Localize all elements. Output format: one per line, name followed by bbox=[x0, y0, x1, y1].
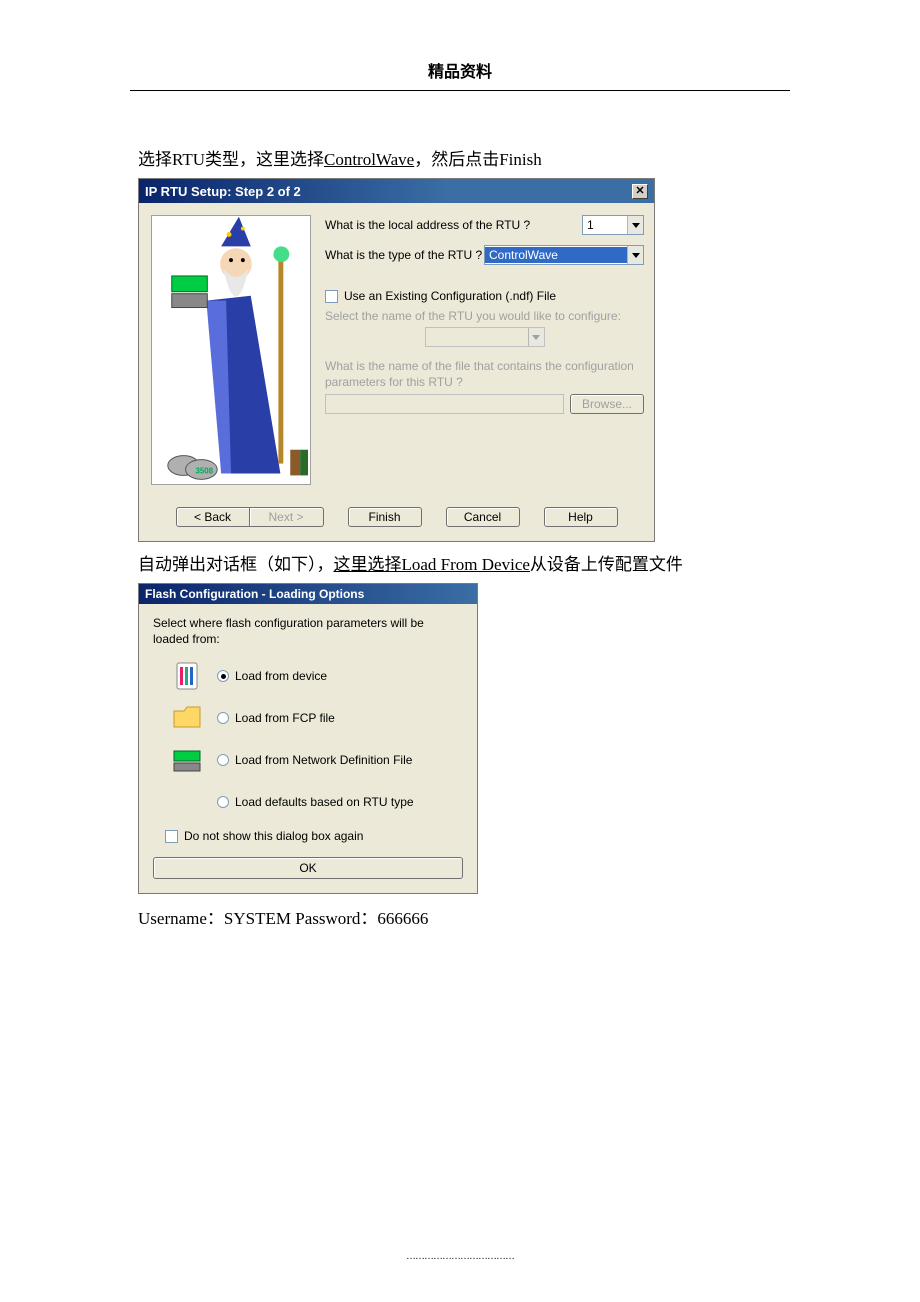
back-button[interactable]: < Back bbox=[176, 507, 250, 527]
page-header: 精品资料 bbox=[130, 0, 790, 91]
load-defaults-label: Load defaults based on RTU type bbox=[235, 795, 414, 809]
load-from-ndf-label: Load from Network Definition File bbox=[235, 753, 412, 767]
load-from-device-radio[interactable] bbox=[217, 670, 229, 682]
use-existing-label: Use an Existing Configuration (.ndf) Fil… bbox=[344, 289, 556, 303]
ip-rtu-setup-dialog: IP RTU Setup: Step 2 of 2 ✕ bbox=[138, 178, 655, 542]
dialog2-title: Flash Configuration - Loading Options bbox=[139, 584, 477, 604]
use-existing-checkbox[interactable] bbox=[325, 290, 338, 303]
load-from-device-label: Load from device bbox=[235, 669, 327, 683]
instruction-1-prefix: 选择RTU类型，这里选择 bbox=[138, 150, 324, 169]
config-file-input bbox=[325, 394, 564, 414]
dont-show-label: Do not show this dialog box again bbox=[184, 829, 363, 843]
local-address-value: 1 bbox=[583, 217, 627, 233]
dialog2-prompt: Select where flash configuration paramet… bbox=[153, 616, 463, 647]
close-icon[interactable]: ✕ bbox=[632, 184, 648, 199]
svg-text:3508: 3508 bbox=[195, 466, 213, 475]
instruction-1-suffix: ，然后点击Finish bbox=[414, 150, 542, 169]
local-address-combo[interactable]: 1 bbox=[582, 215, 644, 235]
dont-show-checkbox[interactable] bbox=[165, 830, 178, 843]
cancel-button[interactable]: Cancel bbox=[446, 507, 520, 527]
instruction-2-prefix: 自动弹出对话框（如下）， bbox=[138, 555, 334, 574]
load-from-fcp-label: Load from FCP file bbox=[235, 711, 335, 725]
blank-icon bbox=[171, 787, 203, 817]
help-button[interactable]: Help bbox=[544, 507, 618, 527]
rtu-type-value: ControlWave bbox=[485, 247, 627, 263]
credentials-line: Username：SYSTEM Password：666666 bbox=[138, 904, 790, 929]
rtu-type-label: What is the type of the RTU ? bbox=[325, 248, 484, 262]
chevron-down-icon bbox=[528, 328, 544, 346]
rtu-type-combo[interactable]: ControlWave bbox=[484, 245, 644, 265]
load-defaults-radio[interactable] bbox=[217, 796, 229, 808]
next-button: Next > bbox=[250, 507, 324, 527]
browse-button: Browse... bbox=[570, 394, 644, 414]
dialog1-titlebar: IP RTU Setup: Step 2 of 2 ✕ bbox=[139, 179, 654, 203]
ok-button[interactable]: OK bbox=[153, 857, 463, 879]
device-icon bbox=[171, 661, 203, 691]
instruction-2: 自动弹出对话框（如下），这里选择Load From Device从设备上传配置文… bbox=[138, 550, 790, 575]
config-file-label: What is the name of the file that contai… bbox=[325, 359, 644, 390]
flash-config-dialog: Flash Configuration - Loading Options Se… bbox=[138, 583, 478, 894]
instruction-1: 选择RTU类型，这里选择ControlWave，然后点击Finish bbox=[138, 145, 790, 170]
load-from-ndf-radio[interactable] bbox=[217, 754, 229, 766]
instruction-2-suffix: 从设备上传配置文件 bbox=[530, 555, 683, 574]
chevron-down-icon[interactable] bbox=[627, 216, 643, 234]
instruction-1-highlight: ControlWave bbox=[324, 150, 414, 169]
folder-icon bbox=[171, 703, 203, 733]
dialog1-title: IP RTU Setup: Step 2 of 2 bbox=[145, 184, 301, 199]
instruction-2-highlight: 这里选择Load From Device bbox=[334, 555, 530, 574]
load-from-fcp-radio[interactable] bbox=[217, 712, 229, 724]
footer-separator: ……………………………… bbox=[406, 1251, 514, 1262]
chevron-down-icon[interactable] bbox=[627, 246, 643, 264]
network-file-icon bbox=[171, 745, 203, 775]
select-rtu-label: Select the name of the RTU you would lik… bbox=[325, 309, 644, 323]
local-address-label: What is the local address of the RTU ? bbox=[325, 218, 582, 232]
select-rtu-combo bbox=[425, 327, 545, 347]
wizard-image: 3508 bbox=[151, 215, 311, 485]
finish-button[interactable]: Finish bbox=[348, 507, 422, 527]
